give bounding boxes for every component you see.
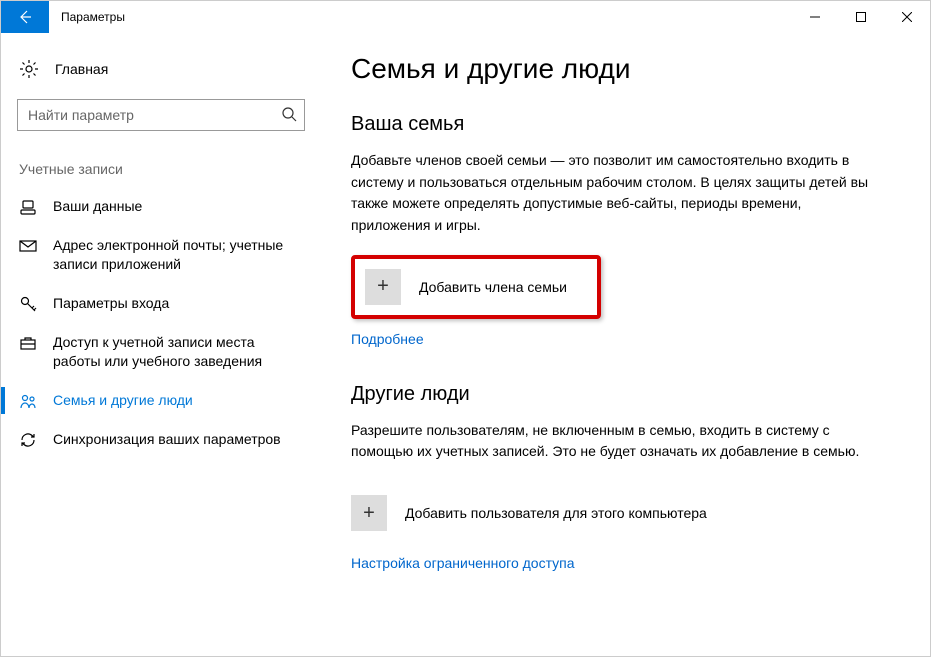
search-input[interactable] <box>17 99 305 131</box>
add-other-user-label: Добавить пользователя для этого компьюте… <box>405 505 707 521</box>
add-other-user-button[interactable]: + Добавить пользователя для этого компью… <box>351 481 871 545</box>
add-family-member-button[interactable]: + Добавить члена семьи <box>351 255 601 319</box>
others-heading: Другие люди <box>351 383 890 406</box>
sidebar-item-label: Семья и другие люди <box>53 391 193 410</box>
sidebar-item-sync[interactable]: Синхронизация ваших параметров <box>1 420 321 459</box>
window-controls <box>792 1 930 33</box>
page-title: Семья и другие люди <box>351 53 890 85</box>
add-family-member-label: Добавить члена семьи <box>419 279 567 295</box>
maximize-icon <box>856 12 866 22</box>
arrow-left-icon <box>17 9 33 25</box>
plus-icon: + <box>351 495 387 531</box>
sidebar-item-label: Ваши данные <box>53 197 142 216</box>
sidebar-item-family[interactable]: Семья и другие люди <box>1 381 321 420</box>
sidebar: Главная Учетные записи Ваши данные Адрес… <box>1 33 321 656</box>
minimize-icon <box>810 12 820 22</box>
assigned-access-link[interactable]: Настройка ограниченного доступа <box>351 555 575 571</box>
gear-icon <box>19 59 39 79</box>
close-icon <box>902 12 912 22</box>
sidebar-item-label: Параметры входа <box>53 294 169 313</box>
sidebar-item-your-info[interactable]: Ваши данные <box>1 187 321 226</box>
window-title: Параметры <box>49 1 792 33</box>
sidebar-item-work-access[interactable]: Доступ к учетной записи места работы или… <box>1 323 321 381</box>
minimize-button[interactable] <box>792 1 838 33</box>
sidebar-home[interactable]: Главная <box>1 49 321 89</box>
key-icon <box>19 295 37 313</box>
sync-icon <box>19 431 37 449</box>
close-button[interactable] <box>884 1 930 33</box>
sidebar-item-label: Доступ к учетной записи места работы или… <box>53 333 303 371</box>
sidebar-group-header: Учетные записи <box>1 137 321 187</box>
main-content: Семья и другие люди Ваша семья Добавьте … <box>321 33 930 656</box>
back-button[interactable] <box>1 1 49 33</box>
family-heading: Ваша семья <box>351 113 890 136</box>
plus-icon: + <box>365 269 401 305</box>
briefcase-icon <box>19 334 37 352</box>
maximize-button[interactable] <box>838 1 884 33</box>
titlebar: Параметры <box>1 1 930 33</box>
search-wrap <box>17 99 305 131</box>
sidebar-home-label: Главная <box>55 61 108 77</box>
others-description: Разрешите пользователям, не включенным в… <box>351 420 871 463</box>
sidebar-item-label: Адрес электронной почты; учетные записи … <box>53 236 303 274</box>
family-learn-more-link[interactable]: Подробнее <box>351 331 424 347</box>
sidebar-item-label: Синхронизация ваших параметров <box>53 430 281 449</box>
sidebar-item-signin-options[interactable]: Параметры входа <box>1 284 321 323</box>
mail-icon <box>19 237 37 255</box>
search-icon <box>281 106 297 122</box>
sidebar-item-email-accounts[interactable]: Адрес электронной почты; учетные записи … <box>1 226 321 284</box>
person-icon <box>19 198 37 216</box>
family-description: Добавьте членов своей семьи — это позвол… <box>351 150 871 237</box>
people-icon <box>19 392 37 410</box>
